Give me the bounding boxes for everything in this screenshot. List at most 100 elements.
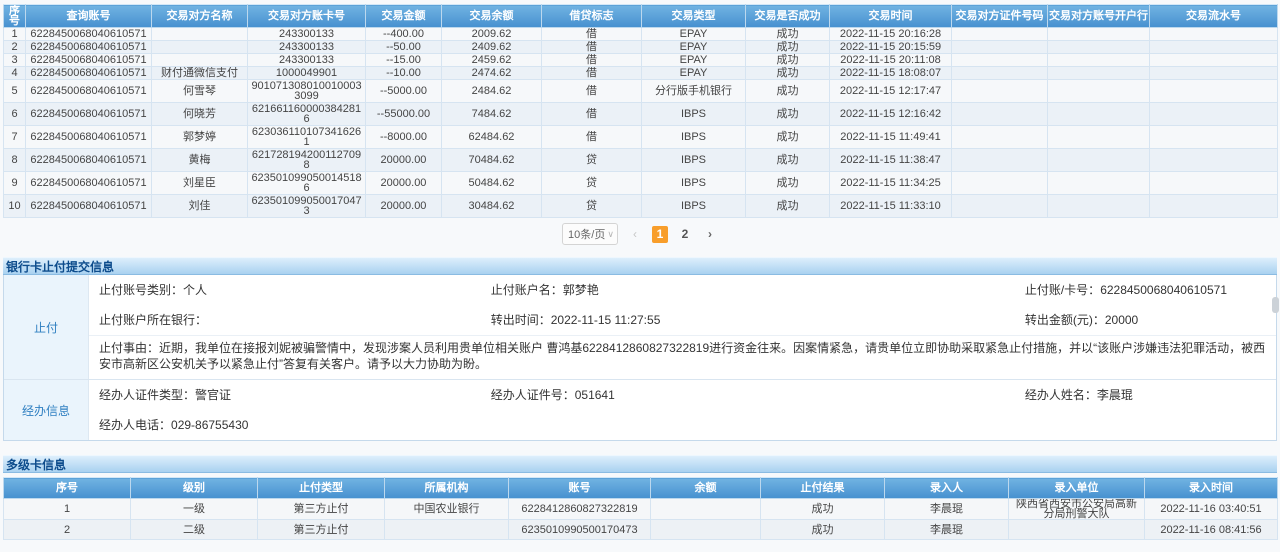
cell-level: 一级	[131, 499, 258, 520]
transaction-row[interactable]: 6 6228450068040610571 何晓芳 62166116000038…	[4, 103, 1278, 126]
cell-tx-time: 2022-11-15 20:15:59	[830, 41, 952, 54]
cell-serial-no	[1150, 172, 1278, 195]
cell-amount: --50.00	[366, 41, 442, 54]
cell-balance	[651, 520, 761, 540]
cell-serial-no	[1150, 67, 1278, 80]
cell-balance: 2409.62	[442, 41, 542, 54]
column-header: 交易金额	[366, 5, 442, 28]
cell-counterparty-id	[952, 126, 1048, 149]
cell-tx-success: 成功	[746, 80, 830, 103]
prev-page-button[interactable]: ‹	[627, 227, 643, 241]
stop-payment-group: 止付 止付账号类别：个人 止付账户名：郭梦艳 止付账/卡号：6228450068…	[4, 275, 1276, 379]
cell-entry-person: 李晨琨	[885, 499, 1009, 520]
cell-debit-flag: 贷	[542, 149, 642, 172]
cell-counterparty-card: 243300133	[248, 41, 366, 54]
column-header: 交易类型	[642, 5, 746, 28]
column-header: 交易对方账卡号	[248, 5, 366, 28]
cell-counterparty-card: 6235010990500170473	[248, 195, 366, 218]
cell-account-no: 6228412860827322819	[509, 499, 651, 520]
page-2-button[interactable]: 2	[677, 226, 693, 243]
cell-seq: 1	[4, 28, 26, 41]
cell-tx-success: 成功	[746, 103, 830, 126]
cell-query-account: 6228450068040610571	[26, 103, 152, 126]
cell-serial-no	[1150, 103, 1278, 126]
operator-group: 经办信息 经办人证件类型：警官证 经办人证件号：051641 经办人姓名：李晨琨…	[4, 379, 1276, 440]
cell-counterparty-name: 黄梅	[152, 149, 248, 172]
page-size-select[interactable]: 10条/页 ∨	[562, 223, 618, 245]
column-header: 录入时间	[1145, 478, 1278, 499]
cell-counterparty-name: 何雪琴	[152, 80, 248, 103]
multi-card-row[interactable]: 1 一级 第三方止付 中国农业银行 6228412860827322819 成功…	[4, 499, 1278, 520]
transaction-row[interactable]: 4 6228450068040610571 财付通微信支付 1000049901…	[4, 67, 1278, 80]
cell-tx-time: 2022-11-15 12:17:47	[830, 80, 952, 103]
cell-amount: --10.00	[366, 67, 442, 80]
cell-balance: 2459.62	[442, 54, 542, 67]
transaction-row[interactable]: 10 6228450068040610571 刘佳 62350109905001…	[4, 195, 1278, 218]
cell-tx-time: 2022-11-15 12:16:42	[830, 103, 952, 126]
cell-counterparty-bank	[1048, 80, 1150, 103]
cell-counterparty-card: 243300133	[248, 54, 366, 67]
cell-counterparty-bank	[1048, 67, 1150, 80]
cell-counterparty-card: 6230361101073416261	[248, 126, 366, 149]
cell-query-account: 6228450068040610571	[26, 28, 152, 41]
cell-counterparty-card: 6235010990500145186	[248, 172, 366, 195]
cell-amount: --8000.00	[366, 126, 442, 149]
scrollbar-thumb[interactable]	[1272, 297, 1279, 313]
column-header: 止付结果	[761, 478, 885, 499]
transaction-row[interactable]: 9 6228450068040610571 刘星臣 62350109905001…	[4, 172, 1278, 195]
transaction-row[interactable]: 2 6228450068040610571 243300133 --50.00 …	[4, 41, 1278, 54]
page-1-button[interactable]: 1	[652, 226, 668, 243]
transaction-row[interactable]: 1 6228450068040610571 243300133 --400.00…	[4, 28, 1278, 41]
cell-tx-type: EPAY	[642, 41, 746, 54]
multi-card-body: 1 一级 第三方止付 中国农业银行 6228412860827322819 成功…	[4, 499, 1278, 540]
cell-counterparty-card: 243300133	[248, 28, 366, 41]
cell-counterparty-name	[152, 54, 248, 67]
cell-tx-time: 2022-11-15 20:16:28	[830, 28, 952, 41]
cell-debit-flag: 借	[542, 54, 642, 67]
cell-counterparty-bank	[1048, 149, 1150, 172]
column-header: 交易时间	[830, 5, 952, 28]
cell-balance: 2484.62	[442, 80, 542, 103]
cell-tx-success: 成功	[746, 41, 830, 54]
cell-seq: 6	[4, 103, 26, 126]
column-header: 交易对方证件号码	[952, 5, 1048, 28]
cell-counterparty-bank	[1048, 172, 1150, 195]
multi-card-row[interactable]: 2 二级 第三方止付 6235010990500170473 成功 李晨琨 20…	[4, 520, 1278, 540]
cell-tx-time: 2022-11-15 11:49:41	[830, 126, 952, 149]
field-bank: 止付账户所在银行：	[89, 311, 481, 328]
stop-payment-section: 银行卡止付提交信息 止付 止付账号类别：个人 止付账户名：郭梦艳 止付账/卡号：…	[3, 257, 1277, 441]
cell-balance: 2474.62	[442, 67, 542, 80]
cell-debit-flag: 贷	[542, 195, 642, 218]
cell-balance: 30484.62	[442, 195, 542, 218]
column-header: 交易对方名称	[152, 5, 248, 28]
field-operator-cert-no: 经办人证件号：051641	[481, 386, 1015, 403]
cell-serial-no	[1150, 80, 1278, 103]
cell-balance: 62484.62	[442, 126, 542, 149]
cell-seq: 2	[4, 41, 26, 54]
cell-serial-no	[1150, 28, 1278, 41]
transaction-row[interactable]: 8 6228450068040610571 黄梅 621728194200112…	[4, 149, 1278, 172]
cell-tx-type: IBPS	[642, 103, 746, 126]
transaction-row[interactable]: 7 6228450068040610571 郭梦婷 62303611010734…	[4, 126, 1278, 149]
transaction-row[interactable]: 3 6228450068040610571 243300133 --15.00 …	[4, 54, 1278, 67]
cell-query-account: 6228450068040610571	[26, 67, 152, 80]
cell-amount: 20000.00	[366, 195, 442, 218]
page: 序号查询账号交易对方名称交易对方账卡号交易金额交易余额借贷标志交易类型交易是否成…	[0, 0, 1280, 540]
cell-seq: 5	[4, 80, 26, 103]
operator-group-label: 经办信息	[4, 380, 89, 440]
transactions-table: 序号查询账号交易对方名称交易对方账卡号交易金额交易余额借贷标志交易类型交易是否成…	[3, 4, 1278, 218]
cell-counterparty-name: 财付通微信支付	[152, 67, 248, 80]
cell-tx-type: EPAY	[642, 67, 746, 80]
cell-counterparty-id	[952, 103, 1048, 126]
cell-counterparty-bank	[1048, 54, 1150, 67]
cell-tx-type: IBPS	[642, 172, 746, 195]
cell-amount: --400.00	[366, 28, 442, 41]
cell-tx-time: 2022-11-15 11:38:47	[830, 149, 952, 172]
cell-counterparty-card: 9010713080100100033099	[248, 80, 366, 103]
field-operator-cert-type: 经办人证件类型：警官证	[89, 386, 481, 403]
cell-counterparty-name	[152, 28, 248, 41]
cell-entry-unit	[1009, 520, 1145, 540]
next-page-button[interactable]: ›	[702, 227, 718, 241]
transaction-row[interactable]: 5 6228450068040610571 何雪琴 90107130801001…	[4, 80, 1278, 103]
field-account-type: 止付账号类别：个人	[89, 281, 481, 298]
